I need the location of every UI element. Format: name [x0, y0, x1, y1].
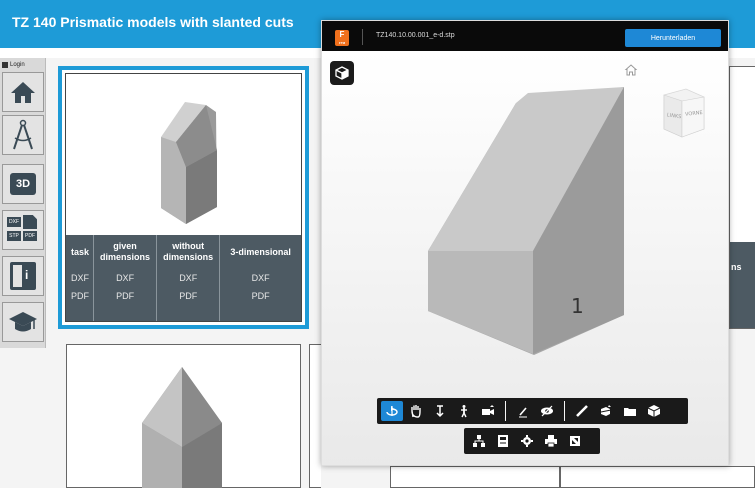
viewer-title-bar: F FTM TZ140.10.00.001_e-d.stp Herunterla… [322, 21, 728, 51]
model-tree-icon [473, 435, 485, 447]
rotate-icon [386, 406, 398, 416]
download-table: task DXF PDF given dimensions DXF PDF wi… [66, 235, 301, 321]
download-link-pdf[interactable]: PDF [179, 287, 197, 305]
download-link-dxf[interactable]: DXF [179, 269, 197, 287]
sidebar-item-3d[interactable]: 3D [2, 164, 44, 204]
column-given-dimensions: given dimensions DXF PDF [94, 235, 158, 321]
title-bar-divider [362, 29, 363, 45]
viewer-toolbar-secondary [464, 428, 600, 454]
model-card-inner: task DXF PDF given dimensions DXF PDF wi… [65, 73, 302, 322]
navigation-cube[interactable]: LINKS VORNE [660, 85, 708, 141]
camera-tool[interactable] [477, 401, 499, 421]
download-link-dxf[interactable]: DXF [71, 269, 89, 287]
model-cube-button[interactable] [330, 61, 354, 85]
pan-tool[interactable] [405, 401, 427, 421]
3d-model [428, 87, 624, 355]
column-3-dimensional: 3-dimensional DXF PDF [220, 235, 301, 321]
home-icon [11, 82, 35, 103]
sidebar: Login 3D DXF STP PDF i [0, 58, 46, 348]
measure-tool[interactable] [571, 401, 593, 421]
measure-icon [576, 405, 588, 417]
settings-icon [521, 435, 533, 447]
download-button[interactable]: Herunterladen [625, 29, 721, 47]
pan-icon [411, 405, 421, 418]
sidebar-item-home[interactable] [2, 72, 44, 112]
ftm-logo-icon: F FTM [335, 30, 349, 46]
properties-tool[interactable] [492, 431, 514, 451]
navigation-tools [381, 401, 499, 421]
zoom-icon [436, 405, 444, 418]
model-card[interactable] [390, 466, 560, 488]
sidebar-item-book[interactable]: i [2, 256, 44, 296]
download-link-dxf[interactable]: DXF [252, 269, 270, 287]
rotate-tool[interactable] [381, 401, 403, 421]
model-thumbnail [161, 102, 217, 224]
3d-viewer: F FTM TZ140.10.00.001_e-d.stp Herunterla… [321, 20, 729, 466]
explode-icon [624, 408, 636, 416]
model-card[interactable] [309, 344, 321, 488]
walk-icon [461, 405, 467, 418]
markup-tools [512, 401, 558, 421]
sidebar-item-education[interactable] [2, 302, 44, 342]
analysis-tools [571, 401, 665, 421]
model-card[interactable] [66, 344, 301, 488]
sidebar-item-compass[interactable] [2, 115, 44, 155]
download-link-dxf[interactable]: DXF [116, 269, 134, 287]
download-link-pdf[interactable]: PDF [116, 287, 134, 305]
sidebar-item-files[interactable]: DXF STP PDF [2, 210, 44, 250]
download-link-pdf[interactable]: PDF [71, 287, 89, 305]
viewer-toolbar-main [377, 398, 688, 424]
zoom-tool[interactable] [429, 401, 451, 421]
3d-icon: 3D [10, 173, 36, 195]
view-cube-icon [647, 405, 661, 417]
user-icon [2, 62, 8, 68]
fullscreen-icon [570, 436, 580, 446]
print-icon [545, 435, 557, 448]
visibility-icon [541, 405, 553, 417]
view-cube-tool[interactable] [643, 401, 665, 421]
column-task: task DXF PDF [66, 235, 94, 321]
walk-tool[interactable] [453, 401, 475, 421]
book-info-icon: i [10, 262, 36, 290]
login-label: Login [10, 62, 25, 68]
section-tool[interactable] [595, 401, 617, 421]
part-label: 1 [571, 294, 584, 318]
print-tool[interactable] [540, 431, 562, 451]
model-tree-tool[interactable] [468, 431, 490, 451]
model-card-selected[interactable]: task DXF PDF given dimensions DXF PDF wi… [58, 66, 309, 329]
properties-icon [498, 435, 508, 447]
model-card[interactable]: ns [729, 66, 755, 329]
model-thumbnail [142, 367, 222, 488]
section-icon [600, 405, 612, 416]
compass-icon [13, 119, 33, 150]
camera-icon [482, 405, 494, 415]
cube-icon [335, 66, 349, 80]
3d-canvas[interactable]: LINKS VORNE 1 [322, 51, 728, 465]
file-name: TZ140.10.00.001_e-d.stp [376, 32, 455, 39]
login-link[interactable]: Login [2, 60, 44, 70]
graduation-cap-icon [9, 312, 37, 332]
explode-tool[interactable] [619, 401, 641, 421]
file-formats-icon: DXF STP PDF [6, 215, 40, 245]
column-without-dimensions: without dimensions DXF PDF [157, 235, 221, 321]
page-title: TZ 140 Prismatic models with slanted cut… [12, 14, 294, 30]
fullscreen-tool[interactable] [564, 431, 586, 451]
markup-tool[interactable] [512, 401, 534, 421]
model-card[interactable] [560, 466, 755, 488]
settings-tool[interactable] [516, 431, 538, 451]
download-link-pdf[interactable]: PDF [252, 287, 270, 305]
home-view-icon[interactable] [624, 63, 638, 77]
markup-icon [519, 407, 527, 418]
visibility-tool[interactable] [536, 401, 558, 421]
